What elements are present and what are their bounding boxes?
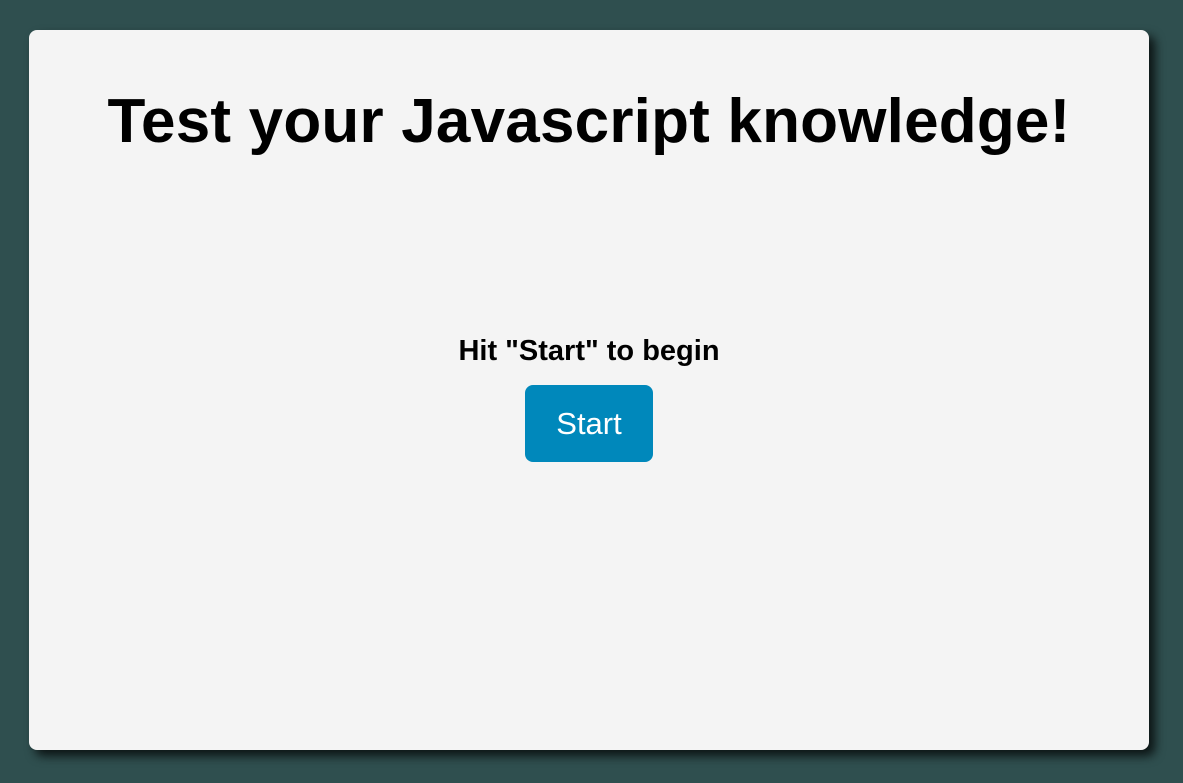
start-prompt: Hit "Start" to begin — [458, 335, 720, 367]
page-title: Test your Javascript knowledge! — [107, 87, 1071, 156]
start-button[interactable]: Start — [525, 385, 653, 462]
quiz-card: Test your Javascript knowledge! Hit "Sta… — [29, 30, 1149, 750]
